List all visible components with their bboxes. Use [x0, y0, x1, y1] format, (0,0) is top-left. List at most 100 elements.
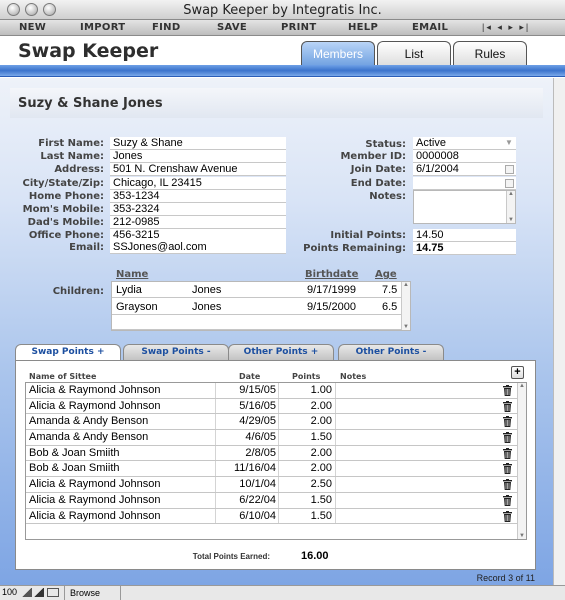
trash-icon[interactable] [503, 510, 512, 522]
last-name-label: Last Name: [40, 151, 104, 162]
trash-icon[interactable] [503, 463, 512, 475]
initial-points-label: Initial Points: [330, 230, 406, 241]
subtab-other-points-plus[interactable]: Other Points + [228, 344, 334, 360]
trash-icon[interactable] [503, 400, 512, 412]
end-date-field[interactable] [413, 177, 516, 190]
swap-points: 2.00 [310, 462, 332, 475]
menu-print[interactable]: PRINT [281, 22, 316, 33]
home-phone-label: Home Phone: [28, 191, 104, 202]
add-row-button[interactable]: + [511, 366, 524, 379]
status-field[interactable]: Active [413, 137, 516, 150]
table-row[interactable]: Bob & Joan Smiith 2/8/05 2.00 [26, 445, 526, 462]
children-label: Children: [52, 286, 104, 297]
record-nav-arrows[interactable]: |◂ ◂ ▸ ▸| [482, 22, 530, 33]
notes-label: Notes: [369, 191, 406, 202]
scroll-up-icon[interactable]: ▲ [403, 282, 409, 288]
table-row[interactable]: Alicia & Raymond Johnson 6/22/04 1.50 [26, 492, 526, 509]
trash-icon[interactable] [503, 447, 512, 459]
zoom-level[interactable]: 100 [2, 587, 17, 597]
first-name-field[interactable]: Suzy & Shane [110, 137, 286, 150]
address-label: Address: [54, 164, 104, 175]
table-row[interactable]: Amanda & Andy Benson 4/29/05 2.00 [26, 414, 526, 431]
trash-icon[interactable] [503, 416, 512, 428]
swap-points: 1.50 [310, 509, 332, 522]
trash-icon[interactable] [503, 432, 512, 444]
trash-icon[interactable] [503, 494, 512, 506]
scroll-down-icon[interactable]: ▼ [519, 533, 525, 539]
table-row[interactable]: Alicia & Raymond Johnson 9/15/05 1.00 [26, 383, 526, 399]
join-date-field[interactable]: 6/1/2004 [413, 163, 516, 176]
scroll-up-icon[interactable]: ▲ [519, 383, 525, 389]
mode-indicator[interactable]: Browse [70, 588, 100, 598]
member-id-label: Member ID: [340, 151, 406, 162]
swap-date: 2/8/05 [245, 446, 276, 459]
initial-points-field[interactable]: 14.50 [413, 229, 516, 242]
table-row[interactable]: Bob & Joan Smiith 11/16/04 2.00 [26, 461, 526, 478]
swap-points: 1.50 [310, 431, 332, 444]
window-titlebar: Swap Keeper by Integratis Inc. [0, 0, 565, 20]
table-row[interactable]: Alicia & Raymond Johnson 6/10/04 1.50 [26, 508, 526, 525]
office-phone-label: Office Phone: [28, 230, 104, 241]
trash-icon[interactable] [503, 479, 512, 491]
email-field[interactable]: SSJones@aol.com [110, 241, 286, 254]
status-dropdown-icon[interactable]: ▼ [505, 138, 513, 147]
child-row[interactable]: Grayson Jones 9/15/2000 6.5 [112, 299, 402, 315]
last-name-field[interactable]: Jones [110, 150, 286, 163]
points-remaining-field: 14.75 [413, 242, 516, 255]
dads-mobile-field[interactable]: 212-0985 [110, 216, 286, 229]
tab-members[interactable]: Members [301, 41, 375, 67]
swap-points: 1.00 [310, 384, 332, 396]
sittee-name: Amanda & Andy Benson [29, 415, 149, 428]
table-row[interactable]: Amanda & Andy Benson 4/6/05 1.50 [26, 430, 526, 446]
table-row[interactable]: Alicia & Raymond Johnson 5/16/05 2.00 [26, 398, 526, 415]
portal-scrollbar[interactable]: ▲ ▼ [517, 383, 526, 539]
child-birthdate: 9/17/1999 [307, 284, 356, 296]
swap-points: 1.50 [310, 493, 332, 506]
trash-icon[interactable] [503, 385, 512, 396]
city-state-zip-field[interactable]: Chicago, IL 23415 [110, 177, 286, 190]
subtab-swap-points-plus[interactable]: Swap Points + [15, 344, 121, 360]
tab-rules[interactable]: Rules [453, 41, 527, 67]
dads-mobile-label: Dad's Mobile: [27, 217, 104, 228]
subtab-other-points-minus[interactable]: Other Points - [338, 344, 444, 360]
join-date-label: Join Date: [350, 164, 406, 175]
notes-field[interactable] [413, 190, 516, 224]
child-last-name: Jones [192, 284, 222, 296]
swap-points-table: Alicia & Raymond Johnson 9/15/05 1.00 Alici… [25, 382, 527, 540]
end-date-calendar-icon[interactable] [505, 179, 514, 188]
member-id-field[interactable]: 0000008 [413, 150, 516, 163]
toggle-status-area-icon[interactable] [47, 588, 59, 597]
menu-save[interactable]: SAVE [217, 22, 247, 33]
join-date-calendar-icon[interactable] [505, 165, 514, 174]
zoom-in-icon[interactable] [34, 588, 44, 597]
sittee-name-header: Name of Sittee [29, 372, 97, 381]
child-row-empty[interactable] [112, 316, 402, 330]
child-row[interactable]: Lydia Jones 9/17/1999 7.5 [112, 282, 402, 298]
menu-bar: NEW IMPORT FIND SAVE PRINT HELP EMAIL |◂… [0, 20, 565, 36]
email-label: Email: [69, 242, 104, 253]
swap-date: 4/6/05 [245, 431, 276, 444]
notes-scrollbar[interactable]: ▲ ▼ [506, 191, 515, 223]
menu-find[interactable]: FIND [152, 22, 180, 33]
children-birthdate-header: Birthdate [305, 269, 359, 280]
menu-help[interactable]: HELP [348, 22, 378, 33]
moms-mobile-field[interactable]: 353-2324 [110, 203, 286, 216]
tab-list[interactable]: List [377, 41, 451, 67]
zoom-mountain-icon[interactable] [22, 588, 32, 597]
scroll-down-icon[interactable]: ▼ [403, 324, 409, 330]
children-scrollbar[interactable]: ▲ ▼ [401, 282, 410, 330]
menu-email[interactable]: EMAIL [412, 22, 448, 33]
window-scrollbar[interactable] [553, 78, 565, 585]
menu-new[interactable]: NEW [19, 22, 46, 33]
swap-points: 2.00 [310, 446, 332, 459]
address-field[interactable]: 501 N. Crenshaw Avenue [110, 163, 286, 176]
sittee-name: Amanda & Andy Benson [29, 431, 149, 444]
menu-import[interactable]: IMPORT [80, 22, 125, 33]
table-row[interactable]: Alicia & Raymond Johnson 10/1/04 2.50 [26, 477, 526, 493]
home-phone-field[interactable]: 353-1234 [110, 190, 286, 203]
subtab-swap-points-minus[interactable]: Swap Points - [123, 344, 229, 360]
sittee-name: Alicia & Raymond Johnson [29, 478, 161, 491]
status-label: Status: [365, 139, 406, 150]
scroll-down-icon[interactable]: ▼ [508, 217, 514, 223]
scroll-up-icon[interactable]: ▲ [508, 191, 514, 197]
